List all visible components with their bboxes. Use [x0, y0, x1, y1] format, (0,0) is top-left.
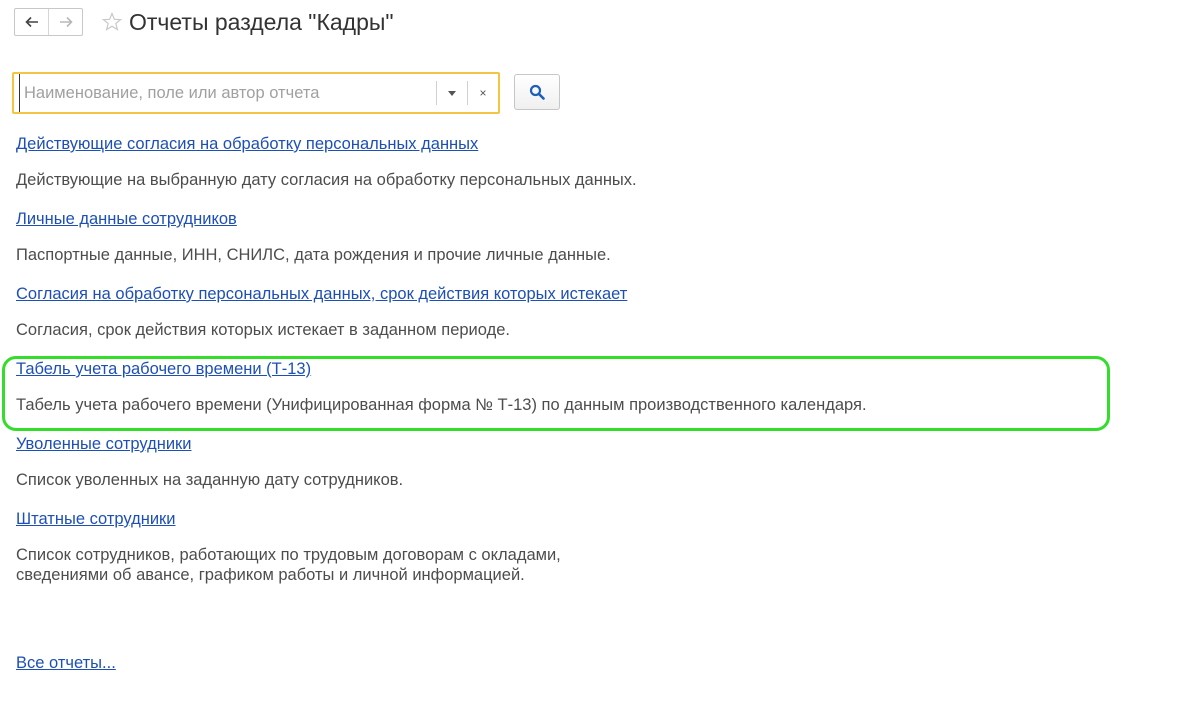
report-link[interactable]: Личные данные сотрудников	[16, 208, 237, 230]
list-item: Действующие согласия на обработку персон…	[16, 133, 1136, 190]
list-item: Уволенные сотрудники Список уволенных на…	[16, 433, 1136, 490]
report-link[interactable]: Согласия на обработку персональных данны…	[16, 283, 627, 305]
report-link[interactable]: Табель учета рабочего времени (Т-13)	[16, 358, 311, 380]
list-item: Личные данные сотрудников Паспортные дан…	[16, 208, 1136, 265]
report-description-line: сведениями об авансе, графиком работы и …	[16, 566, 525, 584]
report-description-line: Список сотрудников, работающих по трудов…	[16, 546, 561, 564]
list-item: Штатные сотрудники Список сотрудников, р…	[16, 508, 1136, 585]
report-link[interactable]: Уволенные сотрудники	[16, 433, 192, 455]
search-clear-button[interactable]: ×	[468, 75, 498, 111]
page-title: Отчеты раздела "Кадры"	[129, 8, 394, 35]
back-button[interactable]	[15, 9, 48, 35]
magnifier-icon	[529, 84, 545, 100]
report-description: Действующие на выбранную дату согласия н…	[16, 171, 637, 189]
report-link[interactable]: Действующие согласия на обработку персон…	[16, 133, 478, 155]
report-link[interactable]: Штатные сотрудники	[16, 508, 176, 530]
report-description: Согласия, срок действия которых истекает…	[16, 321, 510, 339]
triangle-down-icon	[448, 90, 456, 96]
navigation-buttons	[14, 8, 83, 36]
search-field: ×	[12, 72, 500, 114]
arrow-left-icon	[24, 16, 38, 28]
all-reports-link[interactable]: Все отчеты...	[16, 652, 116, 674]
star-outline-icon	[102, 12, 122, 31]
close-icon: ×	[479, 86, 487, 100]
window-header: Отчеты раздела "Кадры"	[14, 7, 394, 37]
reports-list: Действующие согласия на обработку персон…	[16, 133, 1136, 585]
search-dropdown-button[interactable]	[437, 75, 467, 111]
list-item: Табель учета рабочего времени (Т-13) Таб…	[16, 358, 1136, 415]
report-description: Список сотрудников, работающих по трудов…	[16, 545, 1136, 585]
list-item: Согласия на обработку персональных данны…	[16, 283, 1136, 340]
forward-button[interactable]	[48, 9, 82, 35]
report-description: Табель учета рабочего времени (Унифициро…	[16, 396, 867, 414]
favorite-button[interactable]	[101, 11, 123, 33]
report-description: Паспортные данные, ИНН, СНИЛС, дата рожд…	[16, 246, 611, 264]
arrow-right-icon	[59, 16, 73, 28]
report-description: Список уволенных на заданную дату сотруд…	[16, 471, 404, 489]
search-input[interactable]	[19, 74, 436, 112]
search-button[interactable]	[514, 74, 560, 110]
